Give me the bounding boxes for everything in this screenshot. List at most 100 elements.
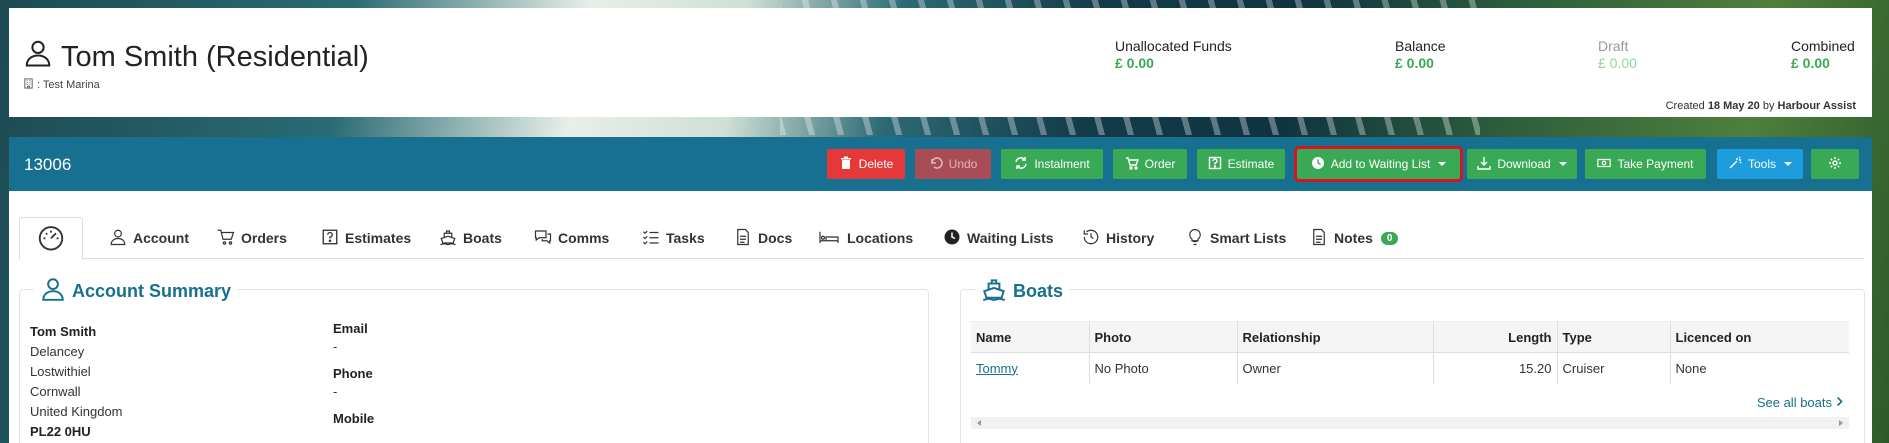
boat-relationship: Owner	[1237, 352, 1434, 384]
tab-comms[interactable]: Comms	[534, 217, 609, 259]
tab-history[interactable]: History	[1082, 217, 1154, 259]
tab-waiting-lists[interactable]: Waiting Lists	[943, 217, 1054, 259]
settings-button[interactable]	[1811, 149, 1859, 179]
tab-docs[interactable]: Docs	[734, 217, 792, 259]
download-button[interactable]: Download	[1467, 149, 1577, 179]
tab-locations[interactable]: Locations	[817, 217, 913, 259]
marina-name: : Test Marina	[37, 79, 100, 91]
see-all-boats-link[interactable]: See all boats	[1757, 395, 1844, 410]
document-icon	[734, 228, 752, 249]
action-bar: 13006 Delete Undo Instalment Order Estim…	[9, 137, 1872, 191]
created-by: Harbour Assist	[1777, 100, 1856, 112]
undo-button[interactable]: Undo	[915, 149, 991, 179]
address-line: Lostwithiel	[30, 364, 91, 379]
ship-icon	[439, 228, 457, 249]
take-payment-label: Take Payment	[1617, 157, 1694, 171]
tab-dashboard[interactable]	[19, 217, 83, 260]
column-header[interactable]: Type	[1557, 321, 1671, 353]
tab-label: Tasks	[666, 230, 705, 246]
building-icon	[23, 78, 34, 92]
clock-icon	[1311, 156, 1325, 173]
customer-name: Tom Smith	[30, 324, 97, 339]
account-name: Tom Smith (Residential)	[61, 40, 369, 73]
boats-title: Boats	[975, 276, 1070, 307]
combined: Combined £ 0.00	[1791, 38, 1855, 71]
question-box-icon	[1208, 156, 1222, 173]
scroll-right-icon[interactable]	[1839, 420, 1843, 426]
trash-icon	[839, 156, 853, 173]
tab-orders[interactable]: Orders	[217, 217, 287, 259]
undo-icon	[929, 156, 943, 173]
boat-name-link[interactable]: Tommy	[976, 361, 1018, 376]
delete-label: Delete	[858, 157, 894, 171]
fund-value: £ 0.00	[1115, 55, 1154, 71]
column-header[interactable]: Length	[1433, 321, 1558, 353]
account-header: Tom Smith (Residential) : Test Marina Un…	[9, 8, 1872, 117]
tab-label: Waiting Lists	[967, 230, 1054, 246]
lightbulb-icon	[1186, 228, 1204, 249]
postcode: PL22 0HU	[30, 424, 91, 439]
tab-label: Comms	[558, 230, 610, 246]
address-line: United Kingdom	[30, 404, 123, 419]
boat-type: Cruiser	[1557, 352, 1671, 384]
tab-tasks[interactable]: Tasks	[642, 217, 705, 259]
task-list-icon	[642, 228, 660, 249]
fund-label: Balance	[1395, 38, 1446, 54]
speedometer-icon	[36, 222, 66, 255]
user-icon	[40, 276, 66, 307]
panel-title-text: Boats	[1013, 281, 1064, 301]
tab-label: History	[1106, 230, 1155, 246]
draft: Draft £ 0.00	[1598, 38, 1637, 71]
created-date: 18 May 20	[1707, 100, 1760, 112]
delete-button[interactable]: Delete	[827, 149, 905, 179]
tab-account[interactable]: Account	[109, 217, 189, 259]
account-summary-panel: Account Summary Tom Smith Delancey Lostw…	[19, 276, 929, 443]
notes-count-badge: 0	[1380, 231, 1399, 245]
cart-icon	[1125, 156, 1139, 173]
user-icon	[109, 228, 127, 249]
horizontal-scrollbar[interactable]	[971, 417, 1849, 429]
column-header[interactable]: Licenced on	[1670, 321, 1849, 353]
balance: Balance £ 0.00	[1395, 38, 1446, 71]
tab-smart-lists[interactable]: Smart Lists	[1186, 217, 1286, 259]
clock-icon	[943, 228, 961, 249]
caret-down-icon	[1558, 162, 1567, 166]
caret-down-icon	[1438, 162, 1447, 166]
tab-label: Notes	[1334, 230, 1373, 246]
column-header[interactable]: Relationship	[1237, 321, 1434, 353]
money-icon	[1597, 156, 1612, 173]
tab-estimates[interactable]: Estimates	[321, 217, 411, 259]
instalment-label: Instalment	[1034, 157, 1090, 171]
instalment-button[interactable]: Instalment	[1001, 149, 1103, 179]
scroll-left-icon[interactable]	[977, 420, 981, 426]
content-panel: Account Orders Estimates Boats Comms Tas…	[9, 191, 1872, 443]
marina-label: : Test Marina	[23, 78, 100, 92]
boats-table: Name Photo Relationship Length Type Lice…	[971, 321, 1849, 384]
fund-label: Combined	[1791, 38, 1855, 54]
account-summary-title: Account Summary	[34, 276, 238, 307]
estimate-button[interactable]: Estimate	[1197, 149, 1285, 179]
email-label: Email	[333, 321, 368, 336]
caret-down-icon	[1784, 162, 1792, 166]
fund-value: £ 0.00	[1598, 55, 1637, 71]
phone-value: -	[333, 384, 338, 399]
column-header[interactable]: Photo	[1089, 321, 1238, 353]
chevron-right-icon	[1836, 395, 1844, 410]
phone-label: Phone	[333, 366, 373, 381]
tab-label: Boats	[463, 230, 502, 246]
tab-boats[interactable]: Boats	[439, 217, 502, 259]
tab-notes[interactable]: Notes 0	[1310, 217, 1399, 259]
take-payment-button[interactable]: Take Payment	[1585, 149, 1706, 179]
tools-button[interactable]: Tools	[1717, 149, 1803, 179]
tab-label: Estimates	[345, 230, 412, 246]
table-header-row: Name Photo Relationship Length Type Lice…	[971, 321, 1849, 353]
gear-icon	[1828, 156, 1842, 173]
comments-icon	[534, 228, 552, 249]
order-button[interactable]: Order	[1113, 149, 1187, 179]
boat-photo: No Photo	[1089, 352, 1238, 384]
add-to-waiting-list-button[interactable]: Add to Waiting List	[1294, 146, 1463, 182]
column-header[interactable]: Name	[971, 321, 1090, 353]
fund-label: Draft	[1598, 38, 1629, 54]
email-value: -	[333, 339, 338, 354]
question-box-icon	[321, 228, 339, 249]
